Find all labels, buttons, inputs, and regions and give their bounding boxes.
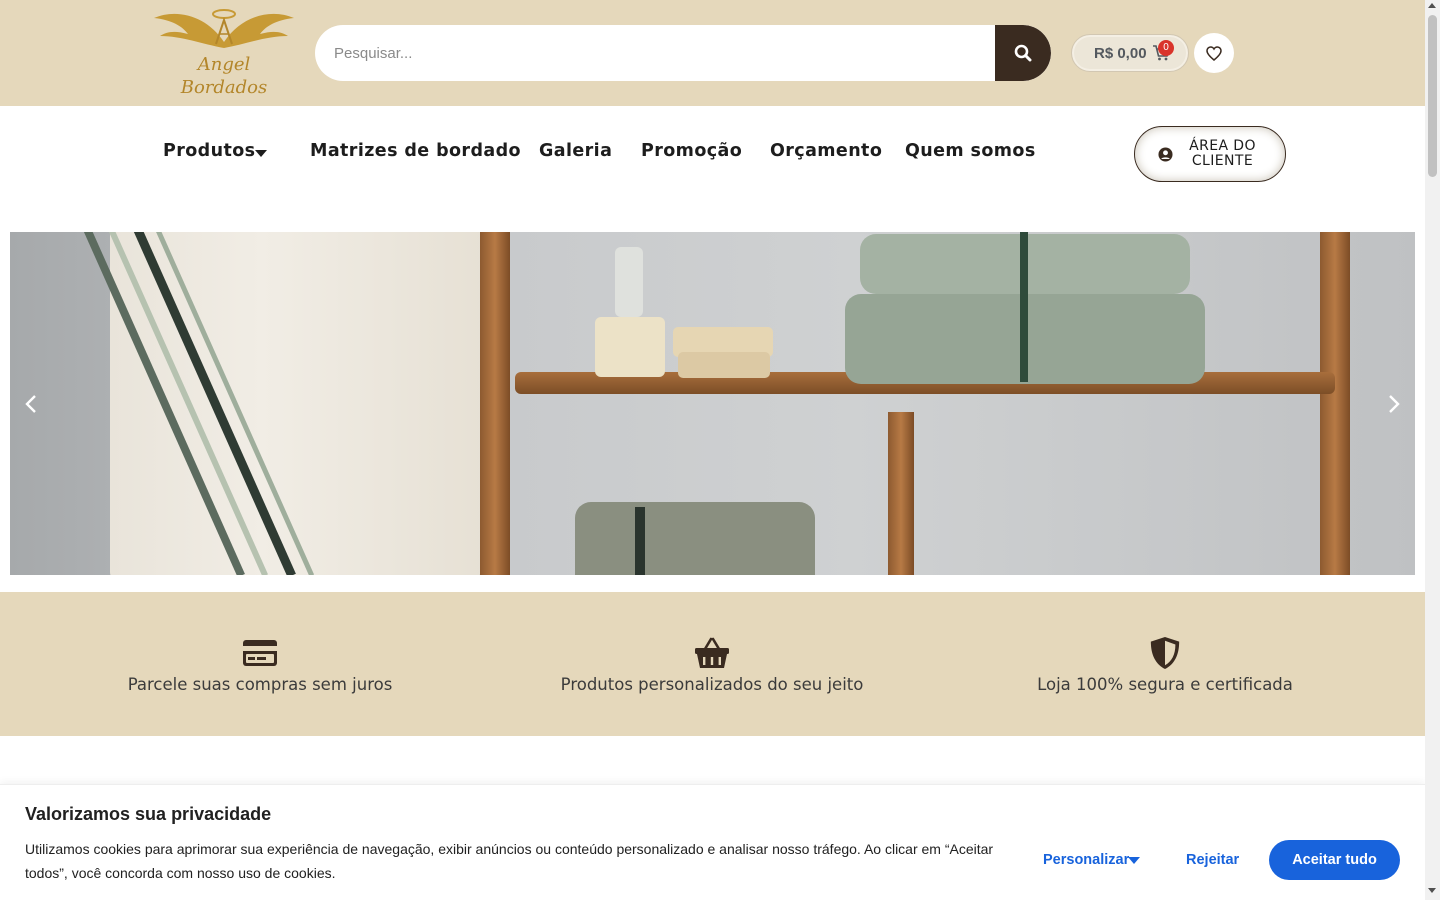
wishlist-button[interactable]	[1194, 33, 1234, 73]
cart-button[interactable]: R$ 0,00 0	[1071, 34, 1189, 72]
scroll-up-arrow-icon[interactable]	[1428, 3, 1436, 8]
heart-icon	[1206, 45, 1222, 61]
user-circle-icon	[1157, 146, 1173, 162]
scroll-down-arrow-icon[interactable]	[1428, 888, 1436, 893]
feature-text: Loja 100% segura e certificada	[1037, 675, 1293, 694]
cookie-title: Valorizamos sua privacidade	[25, 804, 272, 824]
cart-amount: R$ 0,00	[1094, 44, 1147, 62]
feature-text: Produtos personalizados do seu jeito	[560, 675, 864, 694]
site-logo[interactable]: Angel Bordados	[152, 6, 296, 100]
search-bar	[315, 25, 1051, 81]
chevron-left-icon[interactable]	[20, 392, 44, 416]
search-input[interactable]	[315, 25, 995, 81]
cookie-consent-banner: Valorizamos sua privacidade Utilizamos c…	[0, 784, 1425, 900]
caret-down-icon[interactable]	[1128, 857, 1140, 864]
search-icon	[1014, 44, 1032, 62]
client-area-button[interactable]: ÁREA DO CLIENTE	[1134, 126, 1286, 182]
nav-item-produtos[interactable]: Produtos	[163, 141, 267, 161]
feature-installments: Parcele suas compras sem juros	[60, 636, 460, 694]
client-area-label: ÁREA DO CLIENTE	[1189, 138, 1256, 169]
feature-secure-store: Loja 100% segura e certificada	[965, 636, 1365, 694]
cookie-customize-button[interactable]: Personalizar	[1043, 852, 1129, 868]
cookie-description: Utilizamos cookies para aprimorar sua ex…	[25, 841, 994, 881]
page: Angel Bordados R$ 0,00 0	[0, 0, 1425, 900]
nav-item-matrizes[interactable]: Matrizes de bordado	[310, 141, 521, 161]
feature-custom-products: Produtos personalizados do seu jeito	[512, 636, 912, 694]
angel-wings-icon	[154, 9, 294, 48]
cart-count-badge: 0	[1158, 40, 1174, 56]
shield-icon	[1150, 636, 1180, 670]
caret-down-icon	[255, 150, 267, 157]
logo-text-line2: Bordados	[180, 77, 268, 98]
features-strip: Parcele suas compras sem juros Produtos …	[0, 592, 1425, 736]
nav-item-orcamento[interactable]: Orçamento	[770, 141, 882, 161]
nav-item-promocao[interactable]: Promoção	[641, 141, 742, 161]
top-header: Angel Bordados R$ 0,00 0	[0, 0, 1425, 106]
credit-card-icon	[243, 640, 277, 666]
nav-item-label: Produtos	[163, 141, 256, 161]
search-button[interactable]	[995, 25, 1051, 81]
nav-item-quem-somos[interactable]: Quem somos	[905, 141, 1036, 161]
chevron-right-icon[interactable]	[1381, 392, 1405, 416]
hero-banner	[10, 232, 1415, 575]
cookie-reject-button[interactable]: Rejeitar	[1186, 852, 1239, 868]
page-scrollbar[interactable]	[1425, 0, 1440, 900]
logo-text-line1: Angel	[197, 54, 251, 75]
basket-icon	[695, 637, 729, 668]
feature-text: Parcele suas compras sem juros	[127, 675, 393, 694]
scroll-thumb[interactable]	[1428, 15, 1437, 177]
cookie-accept-button[interactable]: Aceitar tudo	[1269, 840, 1400, 880]
nav-item-galeria[interactable]: Galeria	[539, 141, 612, 161]
